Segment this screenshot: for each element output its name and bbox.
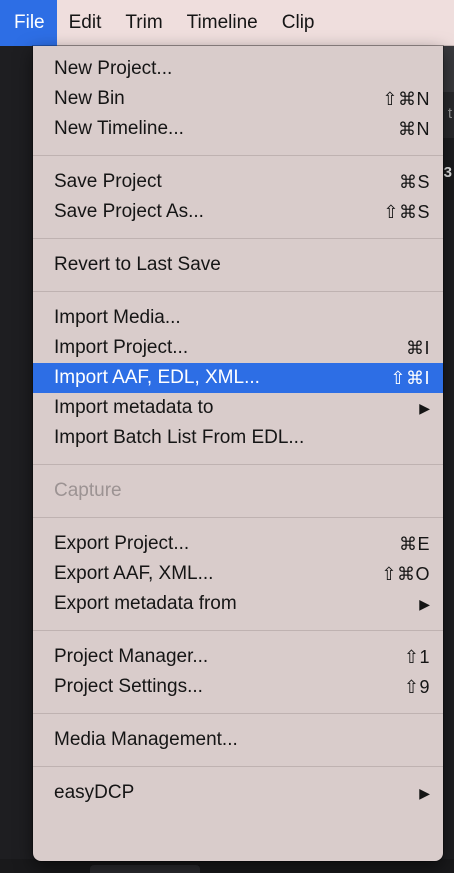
menu-item-label: Export metadata from (54, 593, 237, 614)
menu-item-save-project-as[interactable]: Save Project As... ⇧⌘S (33, 197, 443, 227)
menu-item-project-manager[interactable]: Project Manager... ⇧1 (33, 642, 443, 672)
menu-separator (33, 291, 443, 292)
menu-item-import-project[interactable]: Import Project... ⌘I (33, 333, 443, 363)
menu-item-project-settings[interactable]: Project Settings... ⇧9 (33, 672, 443, 702)
menu-separator (33, 630, 443, 631)
menubar-timeline[interactable]: Timeline (175, 0, 270, 46)
background-text-fragment: 3 (443, 164, 452, 181)
background-bottom-control (90, 865, 200, 873)
submenu-arrow-icon: ▶ (419, 400, 430, 416)
menu-item-label: Import metadata to (54, 397, 214, 418)
menubar-clip[interactable]: Clip (270, 0, 327, 46)
menu-item-label: Export Project... (54, 533, 190, 554)
background-bottom-bar (0, 859, 454, 873)
menu-item-label: New Project... (54, 58, 173, 79)
menu-item-label: Import Project... (54, 337, 189, 358)
menu-separator (33, 517, 443, 518)
keyboard-shortcut: ⌘N (398, 118, 430, 139)
menu-item-export-project[interactable]: Export Project... ⌘E (33, 529, 443, 559)
menu-item-export-metadata-from[interactable]: Export metadata from ▶ (33, 589, 443, 619)
keyboard-shortcut: ⇧9 (403, 676, 430, 697)
keyboard-shortcut: ⌘I (405, 337, 430, 358)
menu-item-label: Import Media... (54, 307, 181, 328)
menu-item-label: easyDCP (54, 782, 135, 803)
menu-item-label: Export AAF, XML... (54, 563, 214, 584)
file-menu-dropdown: New Project... New Bin ⇧⌘N New Timeline.… (33, 46, 443, 861)
menu-item-label: Revert to Last Save (54, 254, 221, 275)
keyboard-shortcut: ⇧⌘O (381, 563, 430, 584)
menu-item-easydcp[interactable]: easyDCP ▶ (33, 778, 443, 808)
menu-item-save-project[interactable]: Save Project ⌘S (33, 167, 443, 197)
menu-item-label: New Timeline... (54, 118, 184, 139)
menu-item-new-project[interactable]: New Project... (33, 54, 443, 84)
menu-item-label: Import Batch List From EDL... (54, 427, 305, 448)
menubar-edit[interactable]: Edit (57, 0, 114, 46)
keyboard-shortcut: ⇧1 (403, 646, 430, 667)
menu-bar: File Edit Trim Timeline Clip (0, 0, 454, 46)
menu-item-import-batch-list[interactable]: Import Batch List From EDL... (33, 423, 443, 453)
menu-separator (33, 464, 443, 465)
menu-item-revert-to-last-save[interactable]: Revert to Last Save (33, 250, 443, 280)
menu-separator (33, 238, 443, 239)
menu-item-new-bin[interactable]: New Bin ⇧⌘N (33, 84, 443, 114)
menu-item-import-metadata-to[interactable]: Import metadata to ▶ (33, 393, 443, 423)
menu-item-capture: Capture (33, 476, 443, 506)
background-text-fragment: t (447, 105, 452, 122)
menu-item-label: Capture (54, 480, 122, 501)
menu-separator (33, 155, 443, 156)
menubar-file[interactable]: File (0, 0, 57, 46)
menu-item-new-timeline[interactable]: New Timeline... ⌘N (33, 114, 443, 144)
keyboard-shortcut: ⌘E (398, 533, 430, 554)
keyboard-shortcut: ⇧⌘I (390, 367, 430, 388)
menu-item-media-management[interactable]: Media Management... (33, 725, 443, 755)
submenu-arrow-icon: ▶ (419, 596, 430, 612)
menu-item-import-media[interactable]: Import Media... (33, 303, 443, 333)
submenu-arrow-icon: ▶ (419, 785, 430, 801)
keyboard-shortcut: ⇧⌘S (383, 201, 430, 222)
keyboard-shortcut: ⇧⌘N (382, 88, 430, 109)
menu-item-import-aaf-edl-xml[interactable]: Import AAF, EDL, XML... ⇧⌘I (33, 363, 443, 393)
menu-item-label: Media Management... (54, 729, 238, 750)
menu-item-label: Save Project (54, 171, 162, 192)
menu-item-label: Import AAF, EDL, XML... (54, 367, 260, 388)
menu-item-label: New Bin (54, 88, 125, 109)
menu-item-label: Save Project As... (54, 201, 204, 222)
keyboard-shortcut: ⌘S (398, 171, 430, 192)
menu-item-export-aaf-xml[interactable]: Export AAF, XML... ⇧⌘O (33, 559, 443, 589)
menu-item-label: Project Manager... (54, 646, 209, 667)
menubar-trim[interactable]: Trim (113, 0, 174, 46)
menu-separator (33, 713, 443, 714)
menu-separator (33, 766, 443, 767)
menu-item-label: Project Settings... (54, 676, 203, 697)
